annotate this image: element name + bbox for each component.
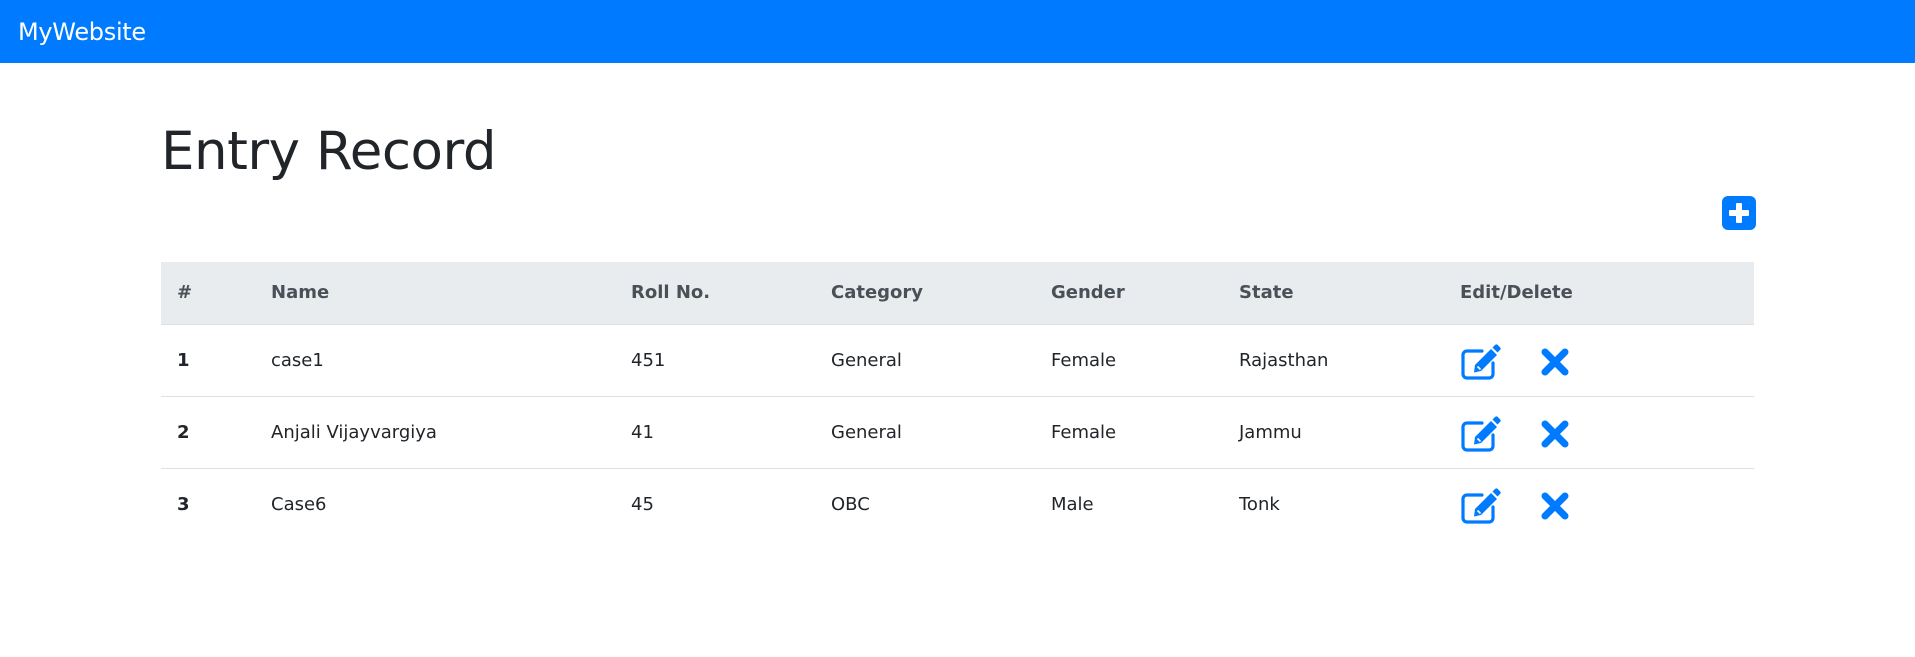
row-roll-no: 451 — [631, 324, 831, 397]
row-gender: Female — [1051, 396, 1239, 469]
page-title: Entry Record — [161, 121, 496, 182]
row-number: 3 — [177, 493, 190, 515]
header-gender: Gender — [1051, 262, 1239, 325]
row-gender: Female — [1051, 324, 1239, 397]
add-record-button[interactable] — [1722, 196, 1756, 230]
header-roll-no: Roll No. — [631, 262, 831, 325]
edit-icon[interactable] — [1460, 343, 1502, 381]
table-row: 1 case1 451 General Female Rajasthan — [161, 324, 1754, 397]
row-actions — [1460, 324, 1754, 397]
delete-icon[interactable] — [1540, 347, 1570, 377]
brand-link[interactable]: MyWebsite — [18, 18, 146, 46]
row-name: Case6 — [271, 493, 327, 515]
plus-icon — [1729, 203, 1749, 223]
edit-icon[interactable] — [1460, 415, 1502, 453]
row-name: Anjali Vijayvargiya — [271, 396, 631, 469]
row-state: Tonk — [1239, 493, 1280, 515]
delete-icon[interactable] — [1540, 491, 1570, 521]
row-actions — [1460, 468, 1754, 540]
row-state: Rajasthan — [1239, 324, 1460, 397]
edit-icon[interactable] — [1460, 487, 1502, 525]
header-number: # — [161, 262, 271, 325]
table-row: 2 Anjali Vijayvargiya 41 General Female … — [161, 396, 1754, 469]
row-category: General — [831, 324, 1051, 397]
table-row: 3 Case6 45 OBC Male Tonk — [161, 468, 1754, 540]
row-name: case1 — [271, 324, 631, 397]
navbar: MyWebsite — [0, 0, 1915, 63]
delete-icon[interactable] — [1540, 419, 1570, 449]
header-name: Name — [271, 262, 631, 325]
row-roll-no: 41 — [631, 396, 831, 469]
row-roll-no: 45 — [631, 493, 654, 515]
row-number: 2 — [161, 396, 271, 469]
records-table: # Name Roll No. Category Gender State Ed… — [161, 262, 1754, 540]
header-state: State — [1239, 262, 1460, 325]
row-category: OBC — [831, 493, 870, 515]
row-gender: Male — [1051, 493, 1094, 515]
row-category: General — [831, 396, 1051, 469]
row-number: 1 — [161, 324, 271, 397]
header-edit-delete: Edit/Delete — [1460, 262, 1754, 325]
table-header-row: # Name Roll No. Category Gender State Ed… — [161, 262, 1754, 325]
row-actions — [1460, 396, 1754, 469]
header-category: Category — [831, 262, 1051, 325]
row-state: Jammu — [1239, 396, 1460, 469]
